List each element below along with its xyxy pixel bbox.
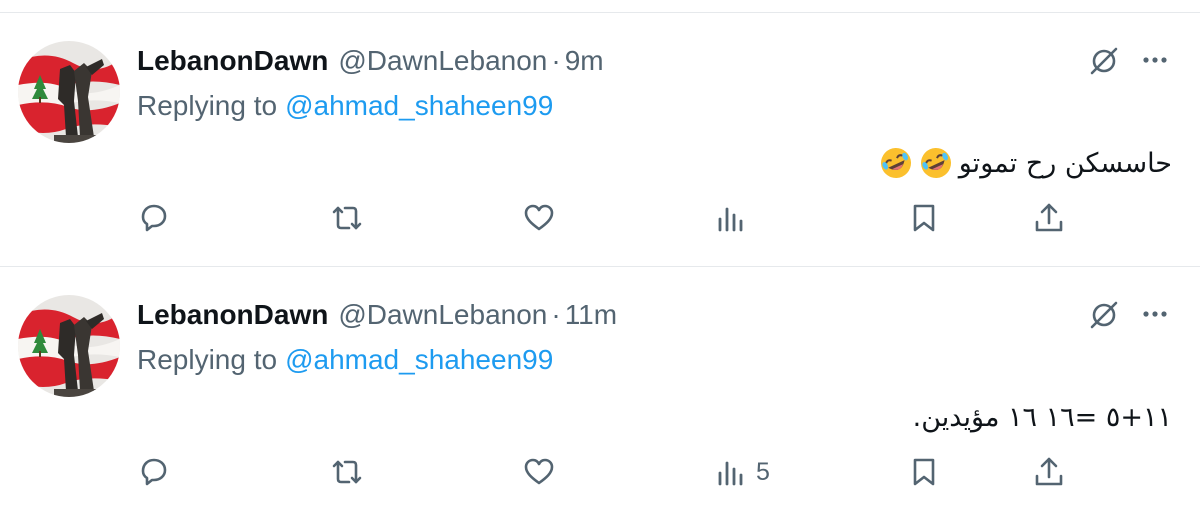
avatar[interactable] — [18, 295, 120, 397]
heart-icon — [524, 204, 554, 231]
analytics-icon — [718, 461, 743, 486]
separator-dot: · — [551, 45, 561, 76]
replying-to-line: Replying to @ahmad_shaheen99 — [137, 86, 553, 126]
bookmark-icon — [913, 204, 935, 232]
tweet-body: حاسسكن رح تموتو — [958, 147, 1172, 179]
retweet-icon — [332, 460, 362, 484]
share-button[interactable] — [1032, 450, 1066, 494]
retweet-icon — [332, 206, 362, 230]
tweet-reply[interactable]: LebanonDawn @DawnLebanon · 11m Replying … — [0, 266, 1200, 506]
analytics-icon — [718, 207, 743, 232]
avatar[interactable] — [18, 41, 120, 143]
tweet-body: ١١+٥ =١٦ ١٦ مؤيدين. — [912, 401, 1172, 433]
tweet-actions: 5 — [0, 450, 1200, 494]
tweet-header: LebanonDawn @DawnLebanon · 9m — [137, 41, 604, 81]
like-button[interactable] — [522, 196, 556, 240]
rolling-on-floor-laughing-emoji — [879, 146, 913, 180]
like-button[interactable] — [522, 450, 556, 494]
grok-icon[interactable] — [1086, 297, 1122, 333]
bookmark-button[interactable] — [907, 450, 941, 494]
more-options-icon[interactable] — [1138, 45, 1172, 75]
reply-icon — [141, 204, 167, 232]
tweet-header: LebanonDawn @DawnLebanon · 11m — [137, 295, 617, 335]
views-button[interactable]: 5 — [714, 450, 770, 494]
views-count: 5 — [756, 457, 770, 486]
grok-icon[interactable] — [1086, 43, 1122, 79]
replying-to-label: Replying to — [137, 344, 278, 375]
heart-icon — [524, 458, 554, 485]
replying-to-line: Replying to @ahmad_shaheen99 — [137, 340, 553, 380]
views-button[interactable] — [714, 196, 756, 240]
timestamp[interactable]: 11m — [565, 299, 617, 331]
tweet-reply[interactable]: LebanonDawn @DawnLebanon · 9m Replying t… — [0, 13, 1200, 263]
mention-link[interactable]: @ahmad_shaheen99 — [285, 90, 553, 122]
display-name[interactable]: LebanonDawn — [137, 45, 328, 77]
share-button[interactable] — [1032, 196, 1066, 240]
replying-to-label: Replying to — [137, 90, 278, 121]
reply-icon — [141, 458, 167, 486]
bookmark-icon — [913, 458, 935, 486]
user-handle[interactable]: @DawnLebanon — [338, 299, 547, 331]
more-options-icon[interactable] — [1138, 299, 1172, 329]
retweet-button[interactable] — [330, 450, 364, 494]
mention-link[interactable]: @ahmad_shaheen99 — [285, 344, 553, 376]
timestamp[interactable]: 9m — [565, 45, 604, 77]
reply-button[interactable] — [137, 196, 171, 240]
tweet-actions — [0, 196, 1200, 240]
separator-dot: · — [551, 299, 561, 330]
share-icon — [1035, 457, 1063, 486]
share-icon — [1035, 203, 1063, 232]
display-name[interactable]: LebanonDawn — [137, 299, 328, 331]
tweet-text: ١١+٥ =١٦ ١٦ مؤيدين. — [913, 395, 1172, 439]
reply-button[interactable] — [137, 450, 171, 494]
retweet-button[interactable] — [330, 196, 364, 240]
tweet-text: حاسسكن رح تموتو — [879, 141, 1172, 185]
bookmark-button[interactable] — [907, 196, 941, 240]
user-handle[interactable]: @DawnLebanon — [338, 45, 547, 77]
rolling-on-floor-laughing-emoji — [919, 146, 953, 180]
